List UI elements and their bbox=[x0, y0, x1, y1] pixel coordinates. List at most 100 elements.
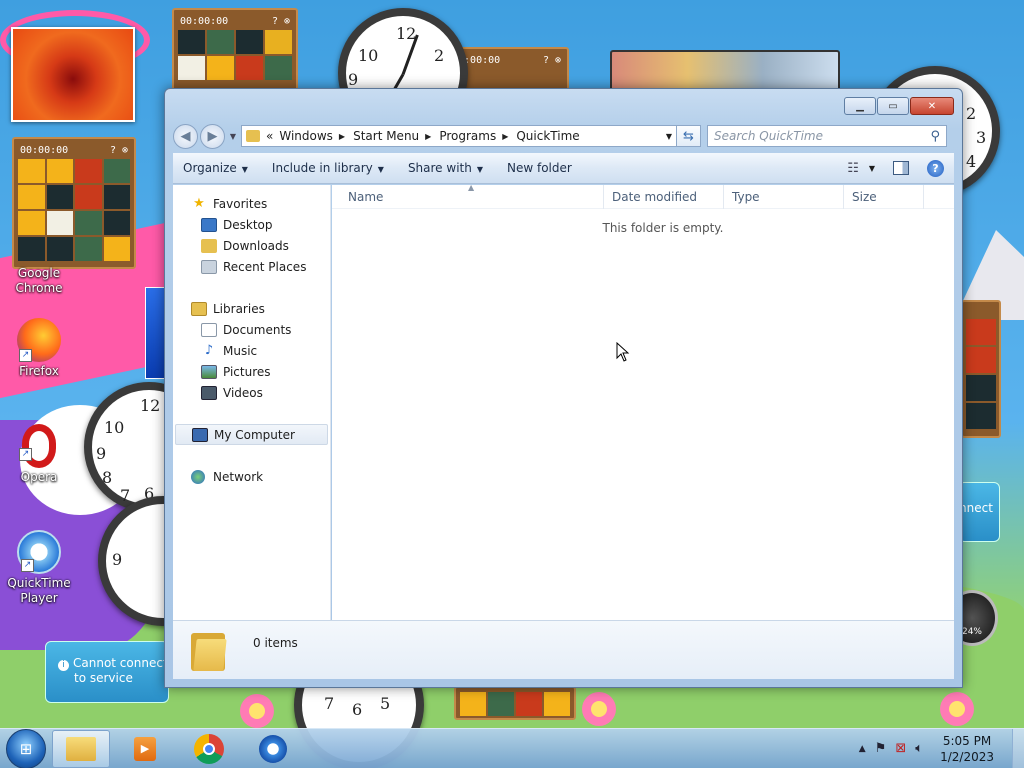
desktop-icon-firefox[interactable]: ↗ Firefox bbox=[4, 318, 74, 379]
share-with-menu[interactable]: Share with ▼ bbox=[408, 161, 483, 175]
taskbar-chrome-button[interactable] bbox=[180, 730, 238, 768]
search-icon[interactable]: ⚲ bbox=[930, 129, 940, 144]
nav-favorites[interactable]: ★ Favorites bbox=[173, 193, 330, 214]
nav-documents[interactable]: Documents bbox=[173, 319, 330, 340]
desktop-icon-quicktime[interactable]: ↗ QuickTime Player bbox=[4, 530, 74, 606]
connect-label: nnect bbox=[959, 501, 993, 515]
taskbar: ⊞ ▶ ▲ ⚑ ⊠ 🔈︎ 5:05 PM 1/2/2023 bbox=[0, 728, 1024, 768]
sort-indicator-icon: ▲ bbox=[468, 183, 475, 192]
nav-music[interactable]: ♪ Music bbox=[173, 340, 330, 361]
close-button[interactable]: ✕ bbox=[910, 97, 954, 115]
photo-gadget[interactable] bbox=[11, 27, 135, 122]
weather-gadget[interactable]: i Cannot connect to service bbox=[45, 641, 169, 703]
help-icon[interactable]: ? bbox=[927, 159, 944, 177]
weather-error-line2: to service bbox=[74, 671, 133, 685]
breadcrumb-separator-icon[interactable]: ▶ bbox=[502, 132, 508, 141]
media-gadget[interactable] bbox=[145, 287, 165, 379]
maximize-button[interactable]: ▭ bbox=[877, 97, 909, 115]
documents-icon bbox=[201, 322, 217, 337]
breadcrumb-overflow[interactable]: « bbox=[266, 129, 273, 143]
close-icon: ✕ bbox=[927, 100, 937, 112]
puzzle-gadget[interactable] bbox=[961, 300, 1001, 438]
new-folder-button[interactable]: New folder bbox=[507, 161, 572, 175]
clock-time: 5:05 PM bbox=[942, 733, 992, 748]
breadcrumb-windows[interactable]: Windows bbox=[279, 129, 333, 143]
desktop-icon-opera[interactable]: ↗ Opera bbox=[4, 424, 74, 485]
nav-desktop[interactable]: Desktop bbox=[173, 214, 330, 235]
breadcrumb-quicktime[interactable]: QuickTime bbox=[516, 129, 579, 143]
taskbar-clock[interactable]: 5:05 PM 1/2/2023 bbox=[940, 733, 994, 765]
clock-date: 1/2/2023 bbox=[940, 749, 994, 764]
preview-pane-button[interactable] bbox=[893, 161, 909, 175]
taskbar-explorer-button[interactable] bbox=[52, 729, 110, 768]
column-type[interactable]: Type bbox=[724, 184, 844, 209]
chevron-down-icon: ▼ bbox=[476, 165, 483, 174]
taskbar-media-player-button[interactable]: ▶ bbox=[116, 730, 174, 768]
show-hidden-icons-chevron-icon[interactable]: ▲ bbox=[859, 744, 866, 754]
refresh-button[interactable]: ⇆ bbox=[677, 125, 701, 147]
chevron-down-icon: ▼ bbox=[241, 165, 248, 174]
windows-logo-icon: ⊞ bbox=[19, 739, 33, 758]
recent-pages-dropdown[interactable]: ▼ bbox=[227, 132, 239, 141]
desktop-icon-label: QuickTime Player bbox=[7, 576, 71, 605]
nav-libraries[interactable]: Libraries bbox=[173, 298, 330, 319]
search-input[interactable] bbox=[714, 129, 931, 143]
back-button[interactable]: ◀ bbox=[173, 123, 198, 149]
nav-pictures[interactable]: Pictures bbox=[173, 361, 330, 382]
flower-decoration bbox=[240, 694, 274, 728]
connect-gadget[interactable]: nnect bbox=[958, 482, 1000, 542]
action-center-icon[interactable]: ⚑ bbox=[875, 741, 887, 756]
breadcrumb-separator-icon[interactable]: ▶ bbox=[425, 132, 431, 141]
nav-downloads[interactable]: Downloads bbox=[173, 235, 330, 256]
explorer-window[interactable]: ▁ ▭ ✕ ◀ ▶ ▼ « Windows ▶ Start Menu ▶ Pro… bbox=[164, 88, 963, 688]
desktop-icon-label: Google Chrome bbox=[15, 266, 63, 295]
desktop-icon-label: Firefox bbox=[19, 364, 59, 378]
network-error-icon[interactable]: ⊠ bbox=[895, 741, 906, 756]
restore-icon: ▭ bbox=[888, 100, 898, 112]
desktop-icon-chrome[interactable]: Google Chrome bbox=[4, 230, 74, 296]
address-history-dropdown-icon[interactable]: ▼ bbox=[666, 132, 672, 141]
shortcut-arrow-icon: ↗ bbox=[19, 448, 32, 461]
nav-network[interactable]: Network bbox=[173, 466, 330, 487]
flower-decoration bbox=[582, 692, 616, 726]
nav-recent-places[interactable]: Recent Places bbox=[173, 256, 330, 277]
quicktime-icon bbox=[259, 734, 287, 763]
puzzle-gadget[interactable] bbox=[454, 686, 576, 720]
file-list[interactable]: ▲ Name Date modified Type Size This fold… bbox=[332, 183, 954, 628]
system-tray: ▲ ⚑ ⊠ 🔈︎ 5:05 PM 1/2/2023 bbox=[859, 733, 1012, 765]
taskbar-quicktime-button[interactable] bbox=[244, 730, 302, 768]
view-list-icon: ☷ bbox=[847, 160, 859, 176]
pictures-icon bbox=[201, 364, 217, 379]
details-pane: 0 items bbox=[173, 620, 954, 679]
folder-icon bbox=[246, 130, 260, 142]
music-note-icon: ♪ bbox=[204, 342, 214, 358]
minimize-button[interactable]: ▁ bbox=[844, 97, 876, 115]
puzzle-timer: 00:00:00 bbox=[20, 144, 69, 156]
cpu-meter-value: 24% bbox=[961, 627, 982, 637]
column-header-row: ▲ Name Date modified Type Size bbox=[332, 183, 954, 209]
command-bar: Organize ▼ Include in library ▼ Share with… bbox=[173, 153, 954, 184]
puzzle-gadget[interactable]: 00:00:00? ⊗ bbox=[172, 8, 298, 92]
search-box[interactable]: ⚲ bbox=[707, 125, 947, 147]
address-bar[interactable]: « Windows ▶ Start Menu ▶ Programs ▶ Quic… bbox=[241, 125, 677, 147]
nav-my-computer[interactable]: My Computer bbox=[175, 424, 328, 445]
info-icon: i bbox=[58, 660, 69, 671]
column-date-modified[interactable]: Date modified bbox=[604, 184, 724, 209]
forward-button[interactable]: ▶ bbox=[200, 123, 225, 149]
organize-menu[interactable]: Organize ▼ bbox=[183, 161, 248, 175]
desktop-icon bbox=[201, 217, 217, 232]
volume-icon[interactable]: 🔈︎ bbox=[915, 741, 923, 756]
downloads-folder-icon bbox=[201, 238, 217, 253]
star-icon: ★ bbox=[193, 195, 205, 211]
change-view-button[interactable]: ☷ ▼ bbox=[847, 161, 875, 176]
window-controls: ▁ ▭ ✕ bbox=[844, 97, 954, 115]
include-in-library-menu[interactable]: Include in library ▼ bbox=[272, 161, 384, 175]
breadcrumb-programs[interactable]: Programs bbox=[439, 129, 496, 143]
nav-videos[interactable]: Videos bbox=[173, 382, 330, 403]
film-icon bbox=[201, 385, 217, 400]
show-desktop-button[interactable] bbox=[1012, 728, 1024, 768]
start-button[interactable]: ⊞ bbox=[6, 728, 46, 768]
column-size[interactable]: Size bbox=[844, 184, 924, 209]
breadcrumb-start-menu[interactable]: Start Menu bbox=[353, 129, 419, 143]
breadcrumb-separator-icon[interactable]: ▶ bbox=[339, 132, 345, 141]
